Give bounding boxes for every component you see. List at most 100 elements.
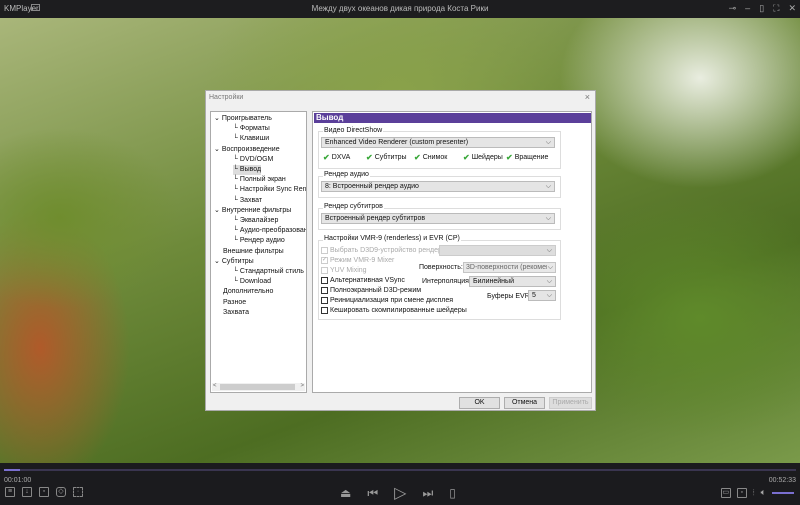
tree-item[interactable]: └ Рендер аудио [233, 236, 285, 246]
feature-indicator: ✔ Вращение [506, 153, 549, 162]
total-time: 00:52:33 [768, 477, 796, 484]
check-icon: ✔ [323, 153, 330, 162]
check-icon: ✔ [463, 153, 470, 162]
tree-item[interactable]: └ Аудио-преобразование [233, 226, 306, 236]
subtitle-icon[interactable]: ▭ [720, 487, 731, 498]
3d-icon[interactable]: ◇ [56, 487, 66, 497]
check-icon: ✔ [366, 153, 373, 162]
fullscreen-icon[interactable]: ⛶ [773, 3, 779, 14]
open-icon[interactable]: ↓ [22, 487, 32, 497]
tree-item[interactable]: └ Эквалайзер [233, 216, 278, 226]
next-icon[interactable]: ⏭ [422, 486, 433, 501]
play-icon[interactable]: ▷ [394, 483, 406, 503]
interpolation-label: Интерполяция: [422, 278, 471, 285]
settings-dialog: Настройки × < > ⌄ Проигрыватель └ Форматы └… [205, 90, 596, 411]
tree-item[interactable]: └ Полный экран [233, 175, 286, 185]
playlist-icon[interactable]: ≡ [5, 487, 15, 497]
expand-icon[interactable]: ⌄ [214, 146, 222, 153]
maximize-icon[interactable]: ▯ [759, 3, 764, 14]
cancel-button[interactable]: Отмена [504, 397, 545, 409]
expand-icon[interactable]: ⌄ [214, 258, 222, 265]
expand-icon[interactable]: ⌄ [214, 207, 222, 214]
tree-item[interactable]: └ Вывод [233, 165, 262, 175]
tree-item-label: Клавиши [239, 135, 270, 143]
seek-bar[interactable] [4, 469, 796, 471]
tree-item-label: Download [239, 278, 272, 286]
tree-item-label: Форматы [239, 125, 270, 133]
tree-item[interactable]: Дополнительно [223, 287, 273, 297]
evr-buffers-select[interactable]: 5 ⌵ [528, 290, 556, 301]
feature-indicator: ✔ DXVA [323, 153, 351, 162]
tree-item-label: Дополнительно [223, 288, 274, 296]
subs-label: Рендер субтитров [323, 203, 384, 210]
video-renderer-value: Enhanced Video Renderer (custom presente… [325, 139, 469, 146]
tree-item[interactable]: ⌄ Субтитры [214, 257, 254, 267]
tree-item[interactable]: └ Клавиши [233, 134, 269, 144]
dialog-close-icon[interactable]: × [585, 92, 590, 102]
previous-icon[interactable]: ⏮ [367, 486, 378, 501]
d3d9-device-checkbox[interactable]: Выбрать D3D9-устройство рендеринг [321, 247, 452, 254]
control-bar: 00:01:00 00:52:33 ≡ ↓ ▫ ◇ · ⏏ ⏮ ▷ ⏭ ▯ ▭ … [0, 463, 800, 505]
tree-item-label: DVD/OGM [239, 155, 274, 163]
video-renderer-select[interactable]: Enhanced Video Renderer (custom presente… [321, 137, 555, 148]
settings-icon[interactable]: ▫ [736, 487, 747, 498]
tree-item[interactable]: └ Форматы [233, 124, 270, 134]
check-icon: ✔ [414, 153, 421, 162]
tree-item-label: Полный экран [239, 176, 286, 184]
tree-item[interactable]: └ Стандартный стиль [233, 267, 304, 277]
feature-indicator: ✔ Снимок [414, 153, 448, 162]
feature-indicator: ✔ Шейдеры [463, 153, 503, 162]
cache-shaders-checkbox[interactable]: Кешировать скомпилированные шейдеры [321, 307, 467, 314]
yuv-mixing-checkbox[interactable]: YUV Mixing [321, 267, 367, 274]
settings-tree: < > ⌄ Проигрыватель └ Форматы └ Клавиши ⌄ Во… [210, 111, 307, 393]
apply-button[interactable]: Применить [549, 397, 592, 409]
tree-item[interactable]: └ Захват [233, 196, 262, 206]
tree-item-label: Стандартный стиль [239, 268, 304, 275]
capture-icon[interactable]: · [73, 487, 83, 497]
surface-select[interactable]: 3D-поверхности (рекоменд ⌵ [463, 262, 556, 273]
vmr9-mixer-checkbox[interactable]: ✓ Режим VMR-9 Mixer [321, 257, 394, 264]
tree-item[interactable]: ⌄ Проигрыватель [214, 114, 272, 124]
tree-item[interactable]: └ Настройки Sync Render [233, 185, 307, 195]
expand-icon[interactable]: ⌄ [214, 115, 222, 122]
reinit-display-checkbox[interactable]: Реинициализация при смене дисплея [321, 297, 453, 304]
tree-item-label: Субтитры [221, 257, 254, 265]
tree-item-label: Настройки Sync Render [239, 186, 307, 194]
tree-item[interactable]: ⌄ Внутренние фильтры [214, 206, 291, 216]
close-icon[interactable]: ✕ [788, 3, 796, 14]
volume-icon[interactable]: 🔈︎ [761, 487, 766, 498]
tree-item[interactable]: Захвата [223, 308, 249, 318]
pin-icon[interactable]: ⊸ [729, 3, 737, 14]
eject-icon[interactable]: ⏏ [340, 486, 351, 500]
audio-renderer-select[interactable]: 8: Встроенный рендер аудио ⌵ [321, 181, 555, 192]
section-header: Вывод [314, 113, 591, 123]
tree-item[interactable]: └ Download [233, 277, 271, 287]
vmr-label: Настройки VMR-9 (renderless) и EVR (CP) [323, 235, 461, 242]
audio-icon[interactable]: ⦙ [753, 488, 755, 498]
tree-item-label: Разное [223, 298, 247, 306]
volume-slider[interactable] [772, 491, 794, 494]
stop-icon[interactable]: ▯ [449, 486, 456, 500]
minimize-icon[interactable]: – [745, 3, 750, 14]
ok-button[interactable]: OK [459, 397, 500, 409]
feature-indicator: ✔ Субтитры [366, 153, 407, 162]
tree-item-label: Воспроизведение [221, 145, 280, 153]
vr-icon[interactable]: ▫ [39, 487, 49, 497]
video-label: Видео DirectShow [323, 127, 384, 134]
interpolation-select[interactable]: Билинейный ⌵ [469, 276, 556, 287]
tree-item-label: Внутренние фильтры [221, 206, 292, 214]
alt-vsync-checkbox[interactable]: Альтернативная VSync [321, 277, 405, 284]
tree-item[interactable]: ⌄ Воспроизведение [214, 145, 280, 155]
tree-item-label: Вывод [239, 166, 262, 173]
dialog-title: Настройки [209, 94, 244, 101]
title-bar: KMPlayer Между двух океанов дикая природ… [0, 0, 800, 18]
tree-item[interactable]: Внешние фильтры [223, 247, 284, 257]
tree-item[interactable]: └ DVD/OGM [233, 155, 273, 165]
tree-item[interactable]: Разное [223, 298, 246, 308]
d3d9-device-select[interactable]: ⌵ [439, 245, 556, 256]
tree-item-label: Захвата [223, 308, 250, 316]
tree-item-label: Захват [239, 196, 263, 204]
fullscreen-d3d-checkbox[interactable]: Полноэкранный D3D-режим [321, 287, 421, 294]
subtitle-renderer-select[interactable]: Встроенный рендер субтитров ⌵ [321, 213, 555, 224]
tree-hscrollbar[interactable]: < > [212, 383, 305, 391]
